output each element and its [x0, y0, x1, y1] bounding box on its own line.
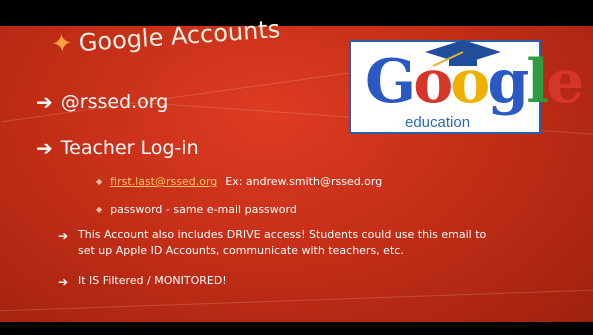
bottom-band: [0, 322, 593, 335]
bullet-teacher-login-text: Teacher Log-in: [60, 136, 199, 159]
arrow-icon: ➔: [58, 229, 69, 243]
email-example: Ex: andrew.smith@rssed.org: [225, 175, 383, 188]
top-band: [0, 0, 593, 26]
sub-bullet-email: ◆ first.last@rssed.org Ex: andrew.smith@…: [96, 175, 382, 188]
bullet-domain: ➔ @rssed.org: [36, 92, 168, 112]
filtered-note: It IS Filtered / MONITORED!: [78, 274, 227, 287]
drive-note-line1: This Account also includes DRIVE access!…: [78, 228, 487, 241]
logo-word: Google: [365, 47, 584, 117]
arrow-icon: ➔: [36, 136, 53, 160]
decor-streak: [0, 289, 593, 312]
diamond-bullet-icon: ◆: [96, 177, 103, 186]
arrow-icon: ➔: [58, 275, 69, 289]
logo-subtitle: education: [405, 114, 471, 131]
star-icon: ✦: [50, 28, 74, 60]
google-education-logo: Google education: [349, 40, 584, 134]
drive-note-line2: set up Apple ID Accounts, communicate wi…: [78, 244, 404, 257]
slide: ✦ Google Accounts Google education ➔ @rs…: [0, 0, 593, 335]
bullet-teacher-login: ➔ Teacher Log-in: [36, 138, 199, 158]
password-text: password - same e-mail password: [110, 203, 297, 216]
drive-access-note: This Account also includes DRIVE access!…: [78, 227, 578, 259]
email-link[interactable]: first.last@rssed.org: [110, 175, 217, 188]
arrow-icon: ➔: [36, 90, 53, 114]
sub-bullet-password: ◆ password - same e-mail password: [96, 203, 297, 216]
diamond-bullet-icon: ◆: [96, 205, 103, 214]
bullet-domain-text: @rssed.org: [60, 90, 169, 113]
